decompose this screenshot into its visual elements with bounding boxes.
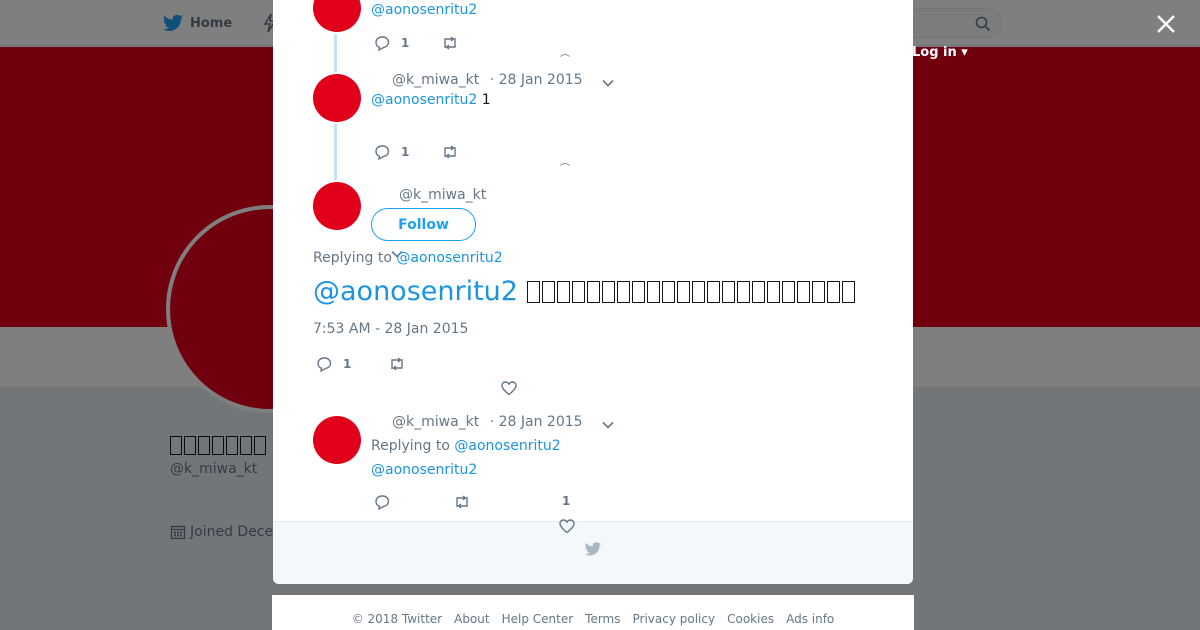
replying-to: Replying to @aonosenritu2 [371, 438, 561, 454]
retweet-icon [444, 145, 457, 159]
footer-link-help-center[interactable]: Help Center [502, 612, 574, 630]
reply-icon [375, 36, 390, 52]
replying-to-prefix: Replying to [313, 250, 392, 266]
reply-to-mention[interactable]: @aonosenritu2 [371, 2, 477, 18]
replying-to: Replying to @aonosenritu2 [313, 250, 503, 266]
main-tweet-timestamp[interactable]: 7:53 AM - 28 Jan 2015 [313, 321, 468, 337]
tweet-handle[interactable]: @k_miwa_kt [392, 72, 479, 88]
footer-link-terms[interactable]: Terms [585, 612, 620, 630]
tweet-handle[interactable]: @k_miwa_kt [392, 414, 479, 430]
modal-footer [273, 521, 913, 584]
tweet-avatar[interactable] [313, 74, 361, 122]
like-icon[interactable]: ⌒ [560, 56, 570, 66]
retweet-button[interactable] [388, 355, 406, 373]
tweet-actions: 1 [373, 34, 459, 52]
footer-link-about[interactable]: About [454, 612, 489, 630]
tweet-avatar[interactable] [313, 0, 361, 32]
reply-button[interactable]: 1 [315, 355, 351, 373]
retweet-button[interactable] [441, 143, 459, 161]
main-tweet-body [526, 276, 857, 307]
main-tweet-text: @aonosenritu2 [313, 276, 857, 307]
tweet-header: @k_miwa_kt · 28 Jan 2015 [392, 72, 583, 88]
like-icon[interactable] [500, 379, 518, 397]
page-footer: © 2018 Twitter About Help Center Terms P… [272, 595, 914, 630]
thread-line [334, 34, 337, 72]
reply-count: 1 [343, 357, 352, 371]
tweet-avatar[interactable] [313, 416, 361, 464]
main-tweet-actions: 1 [315, 355, 406, 373]
tweet-mention[interactable]: @aonosenritu2 [371, 92, 477, 108]
login-link[interactable]: Log in ▾ [912, 45, 968, 60]
tweet-date[interactable]: · 28 Jan 2015 [490, 72, 583, 88]
tweet-date[interactable]: · 28 Jan 2015 [490, 414, 583, 430]
footer-copyright: © 2018 Twitter [351, 612, 443, 626]
thread-line [334, 124, 337, 180]
reply-icon [375, 145, 390, 161]
replying-to-mention[interactable]: @aonosenritu2 [454, 438, 560, 454]
tweet-permalink-modal: @aonosenritu2 1 ⌒ @k_miwa_kt · 28 Jan 20… [273, 0, 913, 584]
footer-link-privacy[interactable]: Privacy policy [633, 612, 716, 630]
reply-count: 1 [401, 145, 410, 159]
like-icon[interactable] [558, 517, 576, 535]
reply-count: 1 [401, 36, 410, 50]
retweet-icon [444, 36, 457, 50]
reply-button[interactable] [373, 493, 391, 511]
like-icon[interactable]: ⌒ [560, 165, 570, 175]
tweet-actions: 1 [373, 143, 459, 161]
twitter-bird-icon [584, 542, 602, 556]
reply-icon [317, 357, 332, 373]
follow-button[interactable]: Follow [371, 208, 476, 241]
replying-to-mention[interactable]: @aonosenritu2 [396, 250, 502, 266]
footer-link-ads-info[interactable]: Ads info [786, 612, 834, 630]
retweet-icon [391, 357, 404, 371]
chevron-down-icon[interactable] [601, 418, 615, 432]
replying-to-prefix: Replying to [371, 438, 450, 454]
reply-button[interactable]: 1 [373, 143, 409, 161]
tweet-actions [373, 493, 471, 511]
reply-button[interactable]: 1 [373, 34, 409, 52]
login-label: Log in [912, 45, 957, 60]
retweet-button[interactable] [453, 493, 471, 511]
retweet-icon [456, 495, 468, 509]
main-tweet-handle[interactable]: @k_miwa_kt [399, 187, 486, 203]
tweet-mention[interactable]: @aonosenritu2 [371, 462, 477, 478]
reply-icon [375, 495, 390, 511]
retweet-button[interactable] [441, 34, 459, 52]
main-tweet-avatar[interactable] [313, 182, 361, 230]
chevron-down-icon[interactable] [601, 76, 615, 90]
footer-link-cookies[interactable]: Cookies [727, 612, 774, 630]
main-tweet-mention[interactable]: @aonosenritu2 [313, 276, 518, 307]
like-count: 1 [562, 494, 571, 508]
close-button[interactable] [1154, 12, 1178, 36]
tweet-text: 1 [481, 92, 491, 108]
close-icon [1157, 15, 1175, 33]
tweet-header: @k_miwa_kt · 28 Jan 2015 [392, 414, 583, 430]
